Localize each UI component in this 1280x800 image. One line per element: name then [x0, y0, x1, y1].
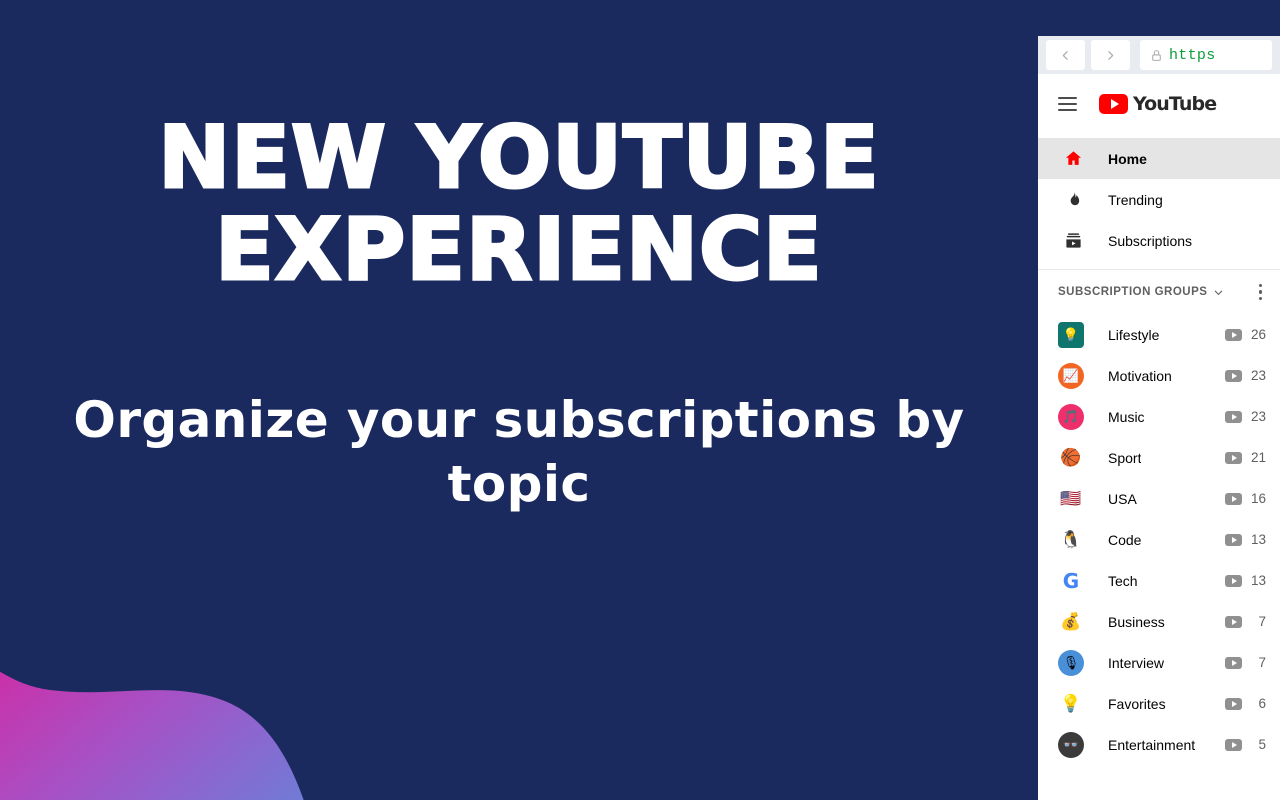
lock-icon — [1152, 49, 1161, 61]
google-g-icon: G — [1062, 568, 1080, 593]
group-label: Interview — [1108, 654, 1165, 671]
group-row[interactable]: 🐧 Code 13 — [1038, 519, 1280, 560]
home-icon — [1062, 149, 1084, 168]
group-label: Sport — [1108, 449, 1142, 466]
video-badge-icon — [1225, 574, 1242, 587]
chevron-down-icon[interactable] — [1213, 287, 1224, 298]
chevron-right-icon — [1108, 50, 1114, 60]
group-row[interactable]: 🎙 Interview 7 — [1038, 642, 1280, 683]
subscriptions-icon — [1062, 231, 1084, 250]
video-badge-icon — [1225, 492, 1242, 505]
subscription-groups-header: SUBSCRIPTION GROUPS — [1038, 270, 1280, 314]
page-subtitle: Organize your subscriptions by topic — [73, 391, 965, 514]
lifestyle-icon: 💡 — [1058, 321, 1084, 348]
group-label: Code — [1108, 531, 1142, 548]
hamburger-icon[interactable] — [1058, 97, 1077, 111]
sidebar-item-label: Subscriptions — [1108, 232, 1193, 249]
forward-button[interactable] — [1091, 40, 1130, 70]
group-label: Entertainment — [1108, 736, 1196, 753]
group-video-count: 16 — [1225, 491, 1266, 506]
group-video-count: 7 — [1225, 614, 1266, 629]
count-value: 23 — [1250, 409, 1266, 424]
url-text: https — [1169, 46, 1216, 64]
usa-flag-icon: 🇺🇸 — [1060, 489, 1082, 508]
group-label: Tech — [1108, 572, 1138, 589]
group-video-count: 21 — [1225, 450, 1266, 465]
count-value: 13 — [1250, 532, 1266, 547]
interview-mic-icon: 🎙 — [1058, 649, 1084, 676]
group-video-count: 13 — [1225, 573, 1266, 588]
group-video-count: 6 — [1225, 696, 1266, 711]
group-row[interactable]: G Tech 13 — [1038, 560, 1280, 601]
count-value: 23 — [1250, 368, 1266, 383]
group-row[interactable]: 🇺🇸 USA 16 — [1038, 478, 1280, 519]
youtube-logo-text: YouTube — [1133, 93, 1217, 115]
back-button[interactable] — [1046, 40, 1085, 70]
sidebar-item-label: Home — [1108, 150, 1147, 167]
business-icon: 💰 — [1060, 612, 1082, 631]
flame-icon — [1062, 190, 1084, 209]
browser-toolbar: https — [1038, 36, 1280, 74]
group-row[interactable]: 🏀 Sport 21 — [1038, 437, 1280, 478]
video-badge-icon — [1225, 697, 1242, 710]
group-video-count: 13 — [1225, 532, 1266, 547]
group-video-count: 26 — [1225, 327, 1266, 342]
count-value: 7 — [1258, 614, 1266, 629]
group-row[interactable]: 📈 Motivation 23 — [1038, 355, 1280, 396]
group-row[interactable]: 💡 Favorites 6 — [1038, 683, 1280, 724]
group-video-count: 5 — [1225, 737, 1266, 752]
main-navigation: Home Trending Subscriptions — [1038, 134, 1280, 270]
group-label: Business — [1108, 613, 1165, 630]
subscription-groups-list: 💡 Lifestyle 26 📈 Motivation 23 🎵 Music 23 🏀 Sport 2… — [1038, 314, 1280, 765]
music-icon: 🎵 — [1058, 403, 1084, 430]
youtube-logo[interactable]: YouTube — [1099, 93, 1217, 115]
youtube-play-icon — [1099, 94, 1128, 114]
sidebar-item-home[interactable]: Home — [1038, 138, 1280, 179]
group-label: USA — [1108, 490, 1137, 507]
group-video-count: 23 — [1225, 409, 1266, 424]
browser-window: https YouTube Home Trending Subscription… — [1038, 36, 1280, 800]
video-badge-icon — [1225, 451, 1242, 464]
group-label: Lifestyle — [1108, 326, 1160, 343]
promo-panel: New YouTube Experience Organize your sub… — [0, 0, 1038, 800]
group-label: Motivation — [1108, 367, 1172, 384]
count-value: 26 — [1250, 327, 1266, 342]
video-badge-icon — [1225, 369, 1242, 382]
group-row[interactable]: 👓 Entertainment 5 — [1038, 724, 1280, 765]
group-row[interactable]: 🎵 Music 23 — [1038, 396, 1280, 437]
count-value: 5 — [1258, 737, 1266, 752]
video-badge-icon — [1225, 410, 1242, 423]
count-value: 6 — [1258, 696, 1266, 711]
count-value: 16 — [1250, 491, 1266, 506]
slide-canvas: New YouTube Experience Organize your sub… — [0, 0, 1280, 800]
entertainment-icon: 👓 — [1058, 731, 1084, 758]
sidebar-item-subscriptions[interactable]: Subscriptions — [1038, 220, 1280, 261]
group-video-count: 7 — [1225, 655, 1266, 670]
group-label: Music — [1108, 408, 1145, 425]
motivation-icon: 📈 — [1058, 362, 1084, 389]
code-gopher-icon: 🐧 — [1060, 530, 1082, 549]
favorites-icon: 💡 — [1060, 694, 1082, 713]
video-badge-icon — [1225, 328, 1242, 341]
sidebar-item-trending[interactable]: Trending — [1038, 179, 1280, 220]
count-value: 21 — [1250, 450, 1266, 465]
page-title: New YouTube Experience — [157, 108, 880, 301]
group-video-count: 23 — [1225, 368, 1266, 383]
video-badge-icon — [1225, 533, 1242, 546]
video-badge-icon — [1225, 738, 1242, 751]
video-badge-icon — [1225, 615, 1242, 628]
group-label: Favorites — [1108, 695, 1166, 712]
sport-icon: 🏀 — [1060, 448, 1082, 467]
group-row[interactable]: 💡 Lifestyle 26 — [1038, 314, 1280, 355]
kebab-menu-icon[interactable] — [1255, 280, 1267, 305]
group-row[interactable]: 💰 Business 7 — [1038, 601, 1280, 642]
count-value: 7 — [1258, 655, 1266, 670]
address-bar[interactable]: https — [1140, 40, 1272, 70]
count-value: 13 — [1250, 573, 1266, 588]
youtube-header: YouTube — [1038, 74, 1280, 134]
video-badge-icon — [1225, 656, 1242, 669]
chevron-left-icon — [1062, 50, 1068, 60]
groups-title: SUBSCRIPTION GROUPS — [1058, 286, 1208, 298]
sidebar-item-label: Trending — [1108, 191, 1163, 208]
